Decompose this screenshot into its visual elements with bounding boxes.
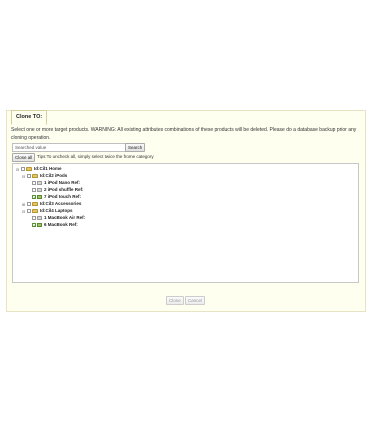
search-input[interactable] <box>12 143 126 152</box>
cancel-button[interactable]: Cancel <box>185 296 206 305</box>
search-button[interactable]: Search <box>125 143 146 152</box>
collapse-icon[interactable]: ⊟ <box>15 167 20 172</box>
checkbox-checked[interactable]: ✓ <box>32 223 36 228</box>
tree-node-product[interactable]: 1 MacBook Air Ref: <box>32 215 85 221</box>
folder-icon <box>32 202 38 206</box>
checkbox-checked[interactable]: ✓ <box>32 195 36 200</box>
product-icon <box>37 195 42 199</box>
tree-node-label: 7 iPod touch Ref: <box>44 194 81 199</box>
tree-node-label: Id:Cil4 Laptops <box>40 208 73 213</box>
tree-node-label: Id:Cil3 Accessories <box>40 201 82 206</box>
tree-node-product[interactable]: ✓ 6 MacBook Ref: <box>32 222 78 228</box>
tips-text: Tips:To uncheck all, simply select twice… <box>37 154 154 159</box>
checkbox[interactable] <box>27 209 31 213</box>
checkbox[interactable] <box>21 167 25 171</box>
product-icon <box>37 188 42 192</box>
folder-icon <box>32 209 38 213</box>
checkbox[interactable] <box>32 188 36 192</box>
warning-text: Select one or more target products. WARN… <box>11 127 357 141</box>
tree-node-home[interactable]: ⊟ Id:Cil1 Home <box>15 166 62 172</box>
tree-node-accessories[interactable]: ⊞ Id:Cil3 Accessories <box>21 201 82 207</box>
product-icon <box>37 223 42 227</box>
close-all-button[interactable]: Close all <box>12 153 36 162</box>
category-tree: ⊟ Id:Cil1 Home ⊟ Id:Cil2 iPods 1 iPod Na… <box>12 163 359 283</box>
collapse-icon[interactable]: ⊟ <box>21 174 26 179</box>
checkbox[interactable] <box>27 174 31 178</box>
checkbox[interactable] <box>27 202 31 206</box>
folder-icon <box>32 174 38 178</box>
product-icon <box>37 181 42 185</box>
tree-node-label: 6 MacBook Ref: <box>44 222 78 227</box>
tree-node-label: 1 MacBook Air Ref: <box>44 215 86 220</box>
tree-node-label: 2 iPod shuffle Ref: <box>44 187 84 192</box>
tree-node-product[interactable]: 1 iPod Nano Ref: <box>32 180 80 186</box>
product-icon <box>37 216 42 220</box>
tree-node-label: Id:Cil1 Home <box>34 166 62 171</box>
checkbox[interactable] <box>32 216 36 220</box>
panel-legend: Clone TO: <box>11 110 48 125</box>
collapse-icon[interactable]: ⊟ <box>21 209 26 214</box>
tree-node-label: 1 iPod Nano Ref: <box>44 180 81 185</box>
tree-node-ipods[interactable]: ⊟ Id:Cil2 iPods <box>21 173 67 179</box>
folder-icon <box>26 167 32 171</box>
tree-node-product[interactable]: 2 iPod shuffle Ref: <box>32 187 84 193</box>
tree-node-laptops[interactable]: ⊟ Id:Cil4 Laptops <box>21 208 73 214</box>
expand-icon[interactable]: ⊞ <box>21 202 26 207</box>
tree-node-product[interactable]: ✓ 7 iPod touch Ref: <box>32 194 81 200</box>
checkbox[interactable] <box>32 181 36 185</box>
clone-button[interactable]: Clone <box>166 296 184 305</box>
tree-node-label: Id:Cil2 iPods <box>40 173 68 178</box>
